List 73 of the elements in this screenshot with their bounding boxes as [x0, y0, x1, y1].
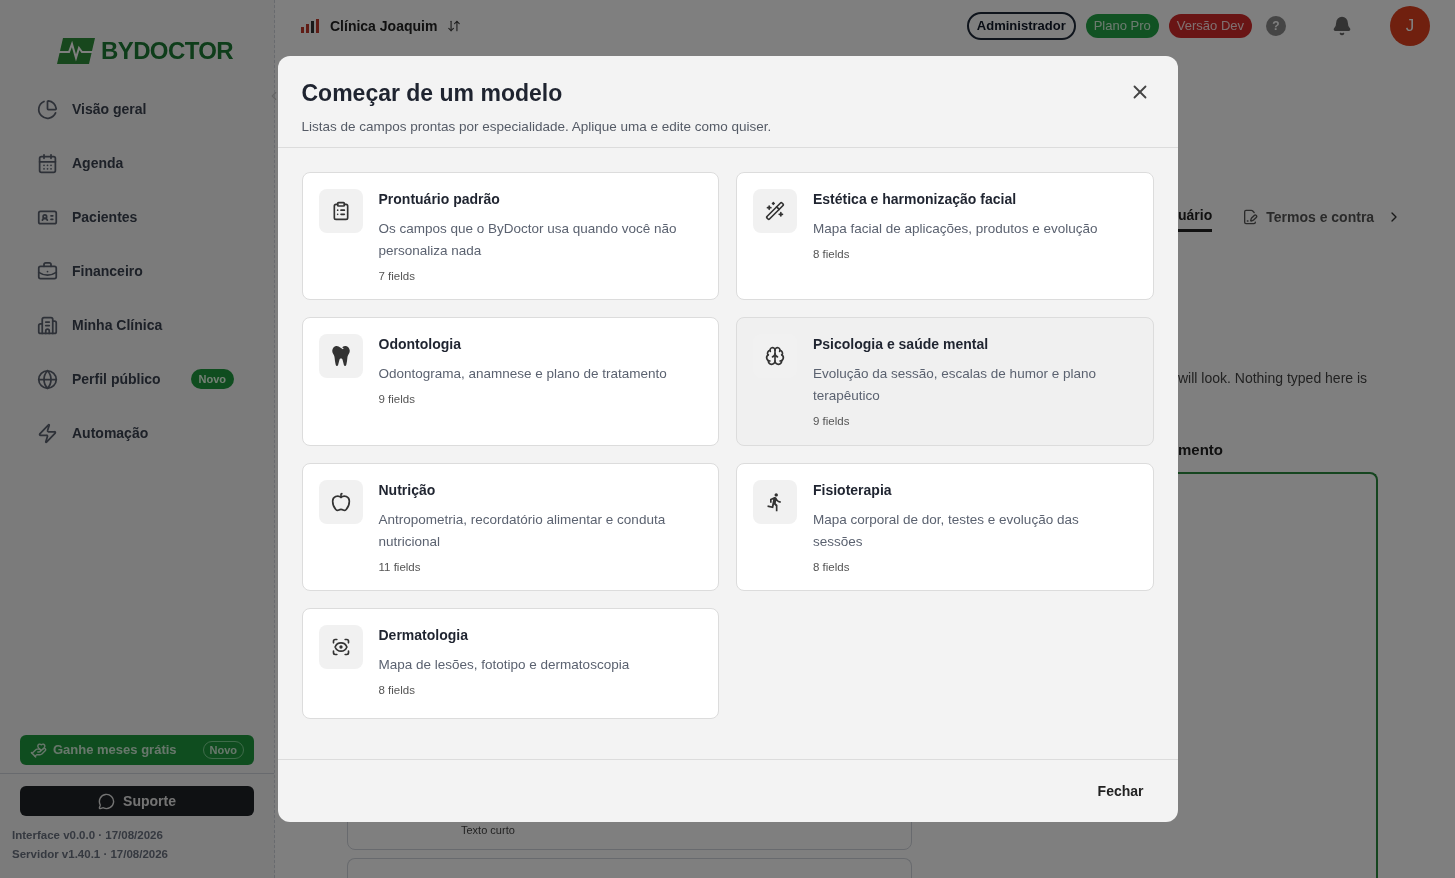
- note-text: will look. Nothing typed here is: [1178, 369, 1369, 388]
- plan-badge: Administrador: [966, 12, 1076, 40]
- brain-icon: [765, 346, 785, 367]
- template-card[interactable]: Estética e harmonização facial Mapa facial de aplicações, produtos e evolução 8 fields: [736, 172, 1154, 301]
- dialog-subtitle: Listas de campos prontas por especialidade. Aplique uma e edite como quiser.: [301, 117, 773, 136]
- field-count: 11 fields: [378, 559, 422, 575]
- clinic-logo-icon: [300, 18, 320, 34]
- field-count: 9 fields: [813, 414, 851, 430]
- briefcase-icon: [37, 260, 58, 282]
- section-title: mento: [1178, 440, 1224, 460]
- field-count: 8 fields: [813, 247, 851, 262]
- eye-scan-icon: [330, 636, 351, 657]
- version-text: Interface v0.0.0 · 17/08/2026: [12, 828, 164, 843]
- template-name: Estética e harmonização facial: [813, 190, 1018, 209]
- template-name: Psicologia e saúde mental: [813, 335, 990, 355]
- template-name: Nutrição: [378, 480, 437, 500]
- template-description: Antropometria, recordatório alimentar e conduta nutricional: [378, 510, 667, 551]
- template-description: Odontograma, anamnese e plano de tratamento: [378, 365, 668, 384]
- promo-button[interactable]: Ganhe meses grátis Novo: [20, 735, 254, 765]
- lightning-icon: [37, 422, 58, 444]
- sidebar-item[interactable]: Pacientes: [37, 190, 234, 244]
- sidebar-item[interactable]: Perfil público Novo: [37, 352, 234, 406]
- tooth-icon: [330, 346, 351, 367]
- sidebar-item[interactable]: Visão geral: [37, 82, 234, 136]
- template-description: Mapa facial de aplicações, produtos e evolução: [813, 220, 1099, 238]
- template-card[interactable]: Nutrição Antropometria, recordatório alimentar e conduta nutricional 11 fields: [301, 462, 719, 591]
- template-name: Dermatologia: [378, 625, 469, 645]
- apple-icon: [330, 491, 351, 512]
- sidebar-item[interactable]: Agenda: [37, 136, 234, 190]
- field-count: 8 fields: [813, 559, 851, 575]
- field-count: 9 fields: [378, 392, 416, 408]
- template-description: Evolução da sessão, escalas de humor e plano terapêutico: [813, 365, 1097, 406]
- chat-icon: [98, 792, 116, 810]
- logo-icon: [55, 36, 97, 66]
- magic-wand-icon: [765, 201, 785, 221]
- document-edit-icon: [1242, 209, 1259, 225]
- close-dialog-button[interactable]: Fechar: [1085, 774, 1156, 808]
- template-description: Mapa corporal de dor, testes e evolução das sessões: [813, 510, 1080, 551]
- brand-name: BYDOCTOR: [101, 36, 234, 66]
- sidebar-item[interactable]: Financeiro: [37, 244, 234, 298]
- switch-icon[interactable]: [447, 19, 462, 33]
- tab[interactable]: Termos e contra: [1242, 202, 1375, 232]
- template-card[interactable]: Psicologia e saúde mental Evolução da sessão, escalas de humor e plano terapêutico 9 fields: [736, 317, 1154, 446]
- hand-heart-icon: [30, 741, 47, 759]
- field-type-text: Texto curto: [461, 822, 515, 838]
- plan-badge: Versão Dev: [1168, 14, 1252, 38]
- template-description: Os campos que o ByDoctor usa quando você não personaliza nada: [378, 220, 678, 260]
- bell-icon[interactable]: [1332, 16, 1352, 36]
- sidebar-item[interactable]: Minha Clínica: [37, 298, 234, 352]
- support-button[interactable]: Suporte: [20, 786, 254, 816]
- globe-icon: [37, 368, 58, 390]
- field-count: 8 fields: [378, 682, 416, 698]
- field-count: 7 fields: [378, 269, 416, 284]
- calendar-icon: [37, 152, 58, 174]
- building-icon: [37, 314, 58, 336]
- sidebar-item[interactable]: Automação: [37, 406, 234, 460]
- pie-chart-icon: [37, 98, 58, 120]
- template-card[interactable]: Prontuário padrão Os campos que o ByDoctor usa quando você não personaliza nada 7 fields: [301, 172, 719, 301]
- dialog-title: Começar de um modelo: [301, 79, 564, 108]
- template-name: Fisioterapia: [813, 480, 893, 500]
- template-name: Odontologia: [378, 335, 462, 355]
- clinic-name[interactable]: Clínica Joaquim: [330, 15, 438, 37]
- template-description: Mapa de lesões, fototipo e dermatoscopia: [378, 655, 631, 674]
- user-avatar[interactable]: J: [1390, 6, 1430, 46]
- plan-badge: Plano Pro: [1085, 14, 1159, 38]
- template-card[interactable]: Odontologia Odontograma, anamnese e plano de tratamento 9 fields: [301, 317, 719, 446]
- version-text: Servidor v1.40.1 · 17/08/2026: [12, 847, 169, 862]
- modal-backdrop[interactable]: [0, 0, 1455, 878]
- template-card[interactable]: Dermatologia Mapa de lesões, fototipo e dermatoscopia 8 fields: [301, 607, 719, 719]
- help-button[interactable]: ?: [1266, 16, 1286, 36]
- template-card[interactable]: Fisioterapia Mapa corporal de dor, testes e evolução das sessões 8 fields: [736, 462, 1154, 591]
- template-name: Prontuário padrão: [378, 190, 501, 209]
- new-badge: Novo: [190, 368, 234, 390]
